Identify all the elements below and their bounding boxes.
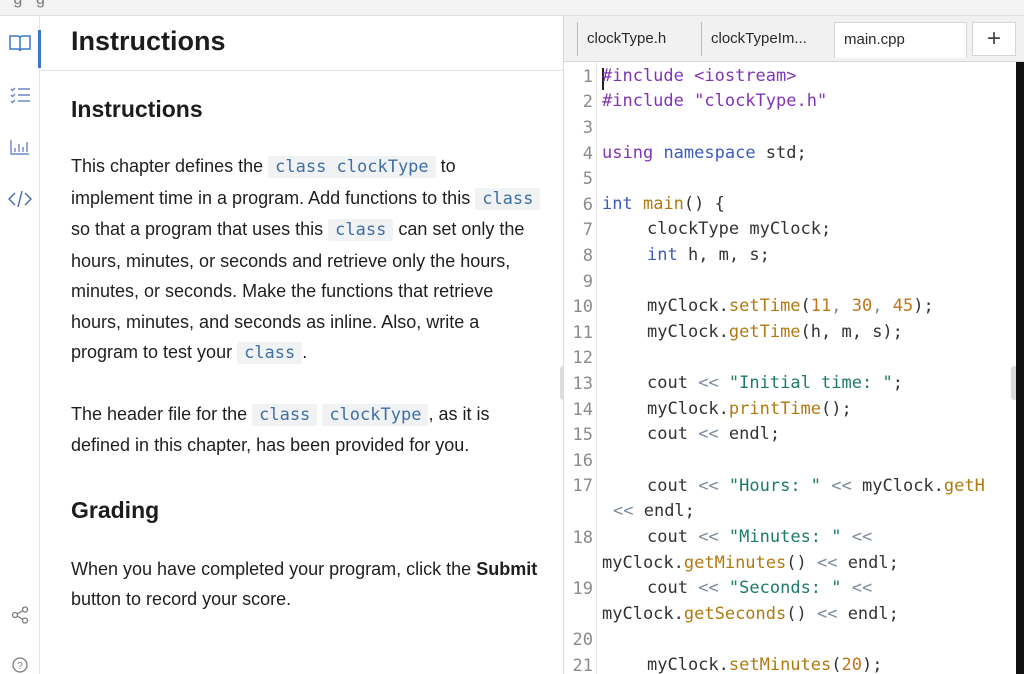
svg-text:?: ? bbox=[17, 661, 23, 672]
grading-paragraph: When you have completed your program, cl… bbox=[71, 558, 538, 610]
code-line: #include "clockType.h" bbox=[602, 91, 828, 111]
panel-title: Instructions bbox=[71, 26, 226, 56]
code-line: int h, m, s; bbox=[647, 245, 770, 265]
list-icon[interactable] bbox=[0, 78, 40, 112]
code-line: myClock.printTime(); bbox=[647, 399, 852, 419]
tab-main-cpp[interactable]: main.cpp bbox=[834, 22, 967, 58]
inline-code: clockType bbox=[322, 403, 429, 426]
tab-clocktypeimp[interactable]: clockTypeIm... bbox=[701, 22, 829, 56]
line-number: 10 bbox=[572, 297, 593, 317]
code-line: myClock.setMinutes(20); bbox=[647, 655, 883, 674]
line-number: 2 bbox=[582, 92, 593, 112]
inline-code: class bbox=[475, 187, 541, 210]
inline-code: class bbox=[328, 219, 394, 241]
grading-heading: Grading bbox=[71, 496, 160, 523]
line-number: 17 bbox=[572, 476, 593, 496]
code-line: myClock.setTime(11, 30, 45); bbox=[647, 296, 934, 316]
code-line: cout << endl; bbox=[647, 424, 781, 444]
code-line: myClock.getSeconds() << endl; bbox=[602, 604, 899, 624]
line-number: 20 bbox=[572, 630, 593, 650]
code-line: #include <iostream> bbox=[602, 66, 797, 86]
line-number: 14 bbox=[572, 400, 593, 420]
line-number: 7 bbox=[582, 220, 593, 240]
inline-code: class bbox=[252, 403, 318, 426]
line-number: 21 bbox=[572, 656, 593, 674]
code-line: myClock.getMinutes() << endl; bbox=[602, 553, 899, 573]
vertical-scrollbar[interactable] bbox=[1016, 62, 1024, 674]
code-line: cout << "Initial time: "; bbox=[647, 373, 903, 393]
code-icon[interactable] bbox=[0, 182, 40, 216]
book-icon[interactable] bbox=[0, 26, 41, 68]
instructions-heading: Instructions bbox=[71, 96, 203, 122]
line-number: 13 bbox=[572, 374, 593, 394]
submit-reference: Submit bbox=[476, 558, 538, 579]
line-number: 12 bbox=[572, 348, 593, 368]
line-gutter: 1 2 3 4 5 6 7 8 9 10 11 12 13 14 15 16 1… bbox=[564, 62, 597, 674]
top-strip: ~g ~g bbox=[0, 0, 1024, 16]
share-icon[interactable] bbox=[0, 598, 40, 632]
instructions-header: Instructions bbox=[41, 16, 563, 71]
code-line: cout << "Seconds: " << bbox=[647, 578, 873, 598]
line-number: 9 bbox=[582, 272, 593, 292]
line-number: 19 bbox=[572, 579, 593, 599]
line-number: 8 bbox=[582, 246, 593, 266]
code-line: int main() { bbox=[602, 194, 725, 214]
code-line: cout << "Hours: " << myClock.getH bbox=[647, 476, 985, 496]
line-number: 5 bbox=[582, 169, 593, 189]
code-line: myClock.getTime(h, m, s); bbox=[647, 322, 903, 342]
line-number: 1 bbox=[582, 67, 593, 87]
left-rail: ? bbox=[0, 16, 41, 674]
line-number: 11 bbox=[572, 323, 593, 343]
line-number: 3 bbox=[582, 118, 593, 138]
line-number: 16 bbox=[572, 451, 593, 471]
code-line: cout << "Minutes: " << bbox=[647, 527, 873, 547]
inline-code: class bbox=[237, 342, 303, 364]
help-icon[interactable]: ? bbox=[0, 648, 40, 674]
line-number: 6 bbox=[582, 195, 593, 215]
chart-icon[interactable] bbox=[0, 130, 40, 164]
instructions-paragraph-2: The header file for the class clockType,… bbox=[71, 403, 490, 455]
code-editor[interactable]: 1 2 3 4 5 6 7 8 9 10 11 12 13 14 15 16 1… bbox=[564, 62, 1016, 674]
line-number: 18 bbox=[572, 528, 593, 548]
code-line: clockType myClock; bbox=[647, 219, 832, 239]
code-line: << endl; bbox=[613, 501, 695, 521]
tab-clocktype-h[interactable]: clockType.h bbox=[577, 22, 705, 56]
instructions-paragraph-1: This chapter defines the class clockType… bbox=[71, 151, 541, 369]
line-number: 4 bbox=[582, 144, 593, 164]
add-tab-button[interactable]: + bbox=[972, 22, 1016, 56]
editor-tabs: clockType.h clockTypeIm... main.cpp + bbox=[564, 16, 1024, 62]
instructions-body: Instructions This chapter defines the cl… bbox=[71, 96, 541, 615]
code-line: using namespace std; bbox=[602, 143, 807, 163]
line-number: 15 bbox=[572, 425, 593, 445]
plus-icon: + bbox=[986, 25, 1001, 52]
inline-code: class clockType bbox=[268, 156, 436, 178]
